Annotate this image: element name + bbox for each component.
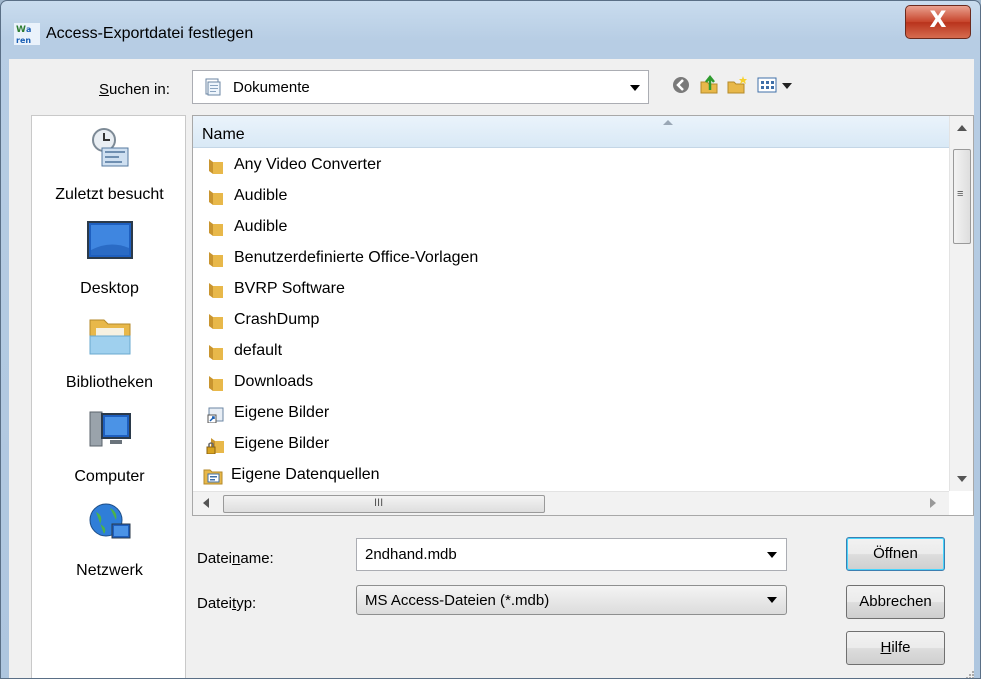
place-libraries[interactable]: Bibliotheken xyxy=(32,314,187,406)
svg-text:a: a xyxy=(26,25,31,34)
filename-value: 2ndhand.mdb xyxy=(365,546,457,563)
list-item[interactable]: default xyxy=(193,335,949,366)
list-item[interactable]: Audible xyxy=(193,211,949,242)
file-list[interactable]: Name Any Video Converter Audible Audible… xyxy=(192,115,974,516)
network-icon xyxy=(89,503,130,539)
places-bar: Zuletzt besucht Desktop Bibliotheken Com… xyxy=(31,115,187,678)
lookin-combobox[interactable]: Dokumente xyxy=(192,70,649,104)
filename-label: Dateiname: xyxy=(197,550,274,567)
filetype-select[interactable]: MS Access-Dateien (*.mdb) xyxy=(356,585,787,615)
svg-text:W: W xyxy=(16,25,26,35)
filename-input[interactable]: 2ndhand.mdb xyxy=(356,538,787,571)
list-item[interactable]: Eigene Datenquellen xyxy=(193,459,949,490)
list-item[interactable]: CrashDump xyxy=(193,304,949,335)
place-recent-label: Zuletzt besucht xyxy=(55,186,164,203)
sort-ascending-icon xyxy=(663,120,673,125)
place-recent[interactable]: Zuletzt besucht xyxy=(32,126,187,218)
resize-grip-icon[interactable] xyxy=(964,669,974,679)
lookin-value: Dokumente xyxy=(233,79,310,96)
view-menu-chevron-icon[interactable] xyxy=(782,83,792,89)
scroll-right-icon[interactable] xyxy=(930,498,936,508)
locked-folder-icon xyxy=(206,438,224,454)
new-folder-icon[interactable] xyxy=(726,74,748,96)
svg-text:ren: ren xyxy=(16,36,31,45)
dialog-window: W a ren Access-Exportdatei festlegen X S… xyxy=(0,0,981,679)
chevron-down-icon[interactable] xyxy=(767,597,777,603)
folder-icon xyxy=(209,345,223,360)
scroll-left-icon[interactable] xyxy=(203,498,209,508)
libraries-icon xyxy=(89,319,130,355)
horizontal-scroll-thumb[interactable]: III xyxy=(223,495,545,513)
scroll-down-icon[interactable] xyxy=(957,476,967,482)
cancel-button[interactable]: Abbrechen xyxy=(846,585,945,619)
recent-places-icon xyxy=(91,128,128,167)
list-item[interactable]: Benutzerdefinierte Office-Vorlagen xyxy=(193,242,949,273)
folder-icon xyxy=(209,221,223,236)
folder-icon xyxy=(209,159,223,174)
view-menu-icon[interactable] xyxy=(756,74,778,96)
open-button[interactable]: Öffnen xyxy=(846,537,945,571)
list-item[interactable]: Eigene Bilder xyxy=(193,397,949,428)
list-item[interactable]: Any Video Converter xyxy=(193,149,949,180)
folder-icon xyxy=(209,376,223,391)
desktop-icon xyxy=(86,221,133,259)
title-bar[interactable]: W a ren Access-Exportdatei festlegen X xyxy=(1,1,980,59)
window-title: Access-Exportdatei festlegen xyxy=(46,25,254,42)
chevron-down-icon[interactable] xyxy=(767,552,777,558)
place-network-label: Netzwerk xyxy=(76,562,143,579)
documents-icon xyxy=(205,78,221,96)
folder-icon xyxy=(209,190,223,205)
vertical-scrollbar[interactable]: ≡ xyxy=(949,116,973,491)
app-icon: W a ren xyxy=(14,23,40,45)
place-computer[interactable]: Computer xyxy=(32,408,187,500)
shortcut-folder-icon xyxy=(207,407,224,423)
lookin-label: Suchen in: xyxy=(99,81,170,98)
close-button[interactable]: X xyxy=(905,5,971,39)
list-item[interactable]: BVRP Software xyxy=(193,273,949,304)
place-computer-label: Computer xyxy=(74,468,145,485)
horizontal-scrollbar[interactable]: III xyxy=(193,491,949,515)
filetype-value: MS Access-Dateien (*.mdb) xyxy=(365,592,550,609)
chevron-down-icon[interactable] xyxy=(630,85,640,91)
folder-icon xyxy=(209,314,223,329)
place-libraries-label: Bibliotheken xyxy=(65,374,154,391)
folder-icon xyxy=(209,283,223,298)
place-desktop-label: Desktop xyxy=(80,280,139,297)
list-item[interactable]: Eigene Bilder xyxy=(193,428,949,459)
up-folder-icon[interactable] xyxy=(698,74,720,96)
help-button[interactable]: Hilfe xyxy=(846,631,945,665)
place-desktop[interactable]: Desktop xyxy=(32,220,187,312)
back-icon[interactable] xyxy=(670,74,692,96)
computer-icon xyxy=(89,411,131,447)
vertical-scroll-thumb[interactable]: ≡ xyxy=(953,149,971,244)
column-header-name[interactable]: Name xyxy=(193,116,949,148)
datasource-folder-icon xyxy=(203,469,223,485)
filetype-label: Dateityp: xyxy=(197,595,257,612)
list-item[interactable]: Downloads xyxy=(193,366,949,397)
column-header-label: Name xyxy=(202,126,245,143)
place-network[interactable]: Netzwerk xyxy=(32,502,187,594)
close-icon: X xyxy=(929,8,947,33)
scroll-up-icon[interactable] xyxy=(957,125,967,131)
folder-icon xyxy=(209,252,223,267)
dialog-body: Suchen in: Dokumente Zuletzt besucht Des… xyxy=(9,59,974,679)
list-item[interactable]: Audible xyxy=(193,180,949,211)
